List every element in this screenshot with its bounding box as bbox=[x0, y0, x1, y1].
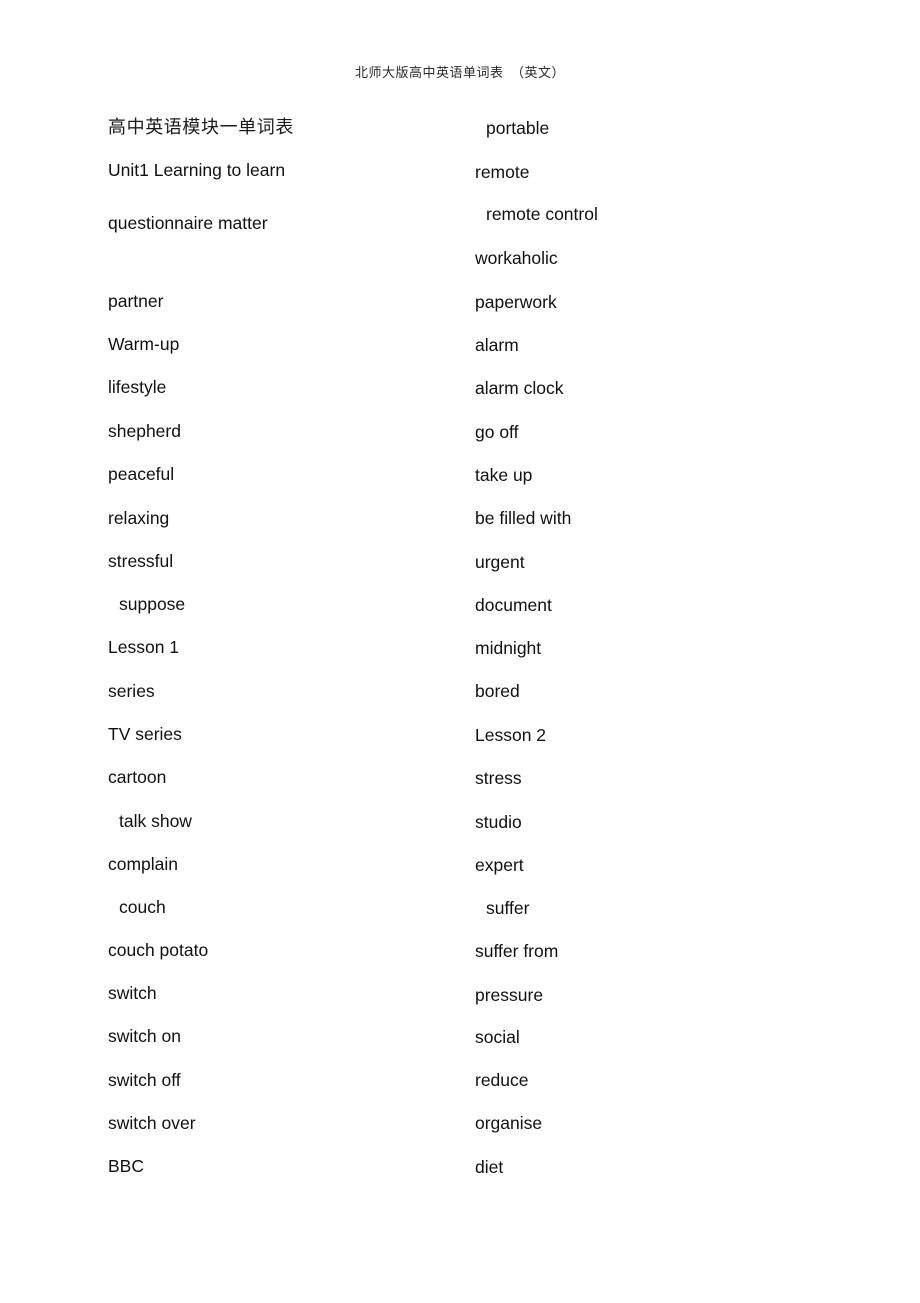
vocabulary-entry: suppose bbox=[119, 594, 186, 614]
vocabulary-entry: talk show bbox=[119, 811, 192, 831]
vocabulary-entry: remote bbox=[475, 162, 530, 182]
vocabulary-entry: shepherd bbox=[108, 421, 181, 441]
vocabulary-entry: bored bbox=[475, 681, 520, 701]
vocabulary-entry: urgent bbox=[475, 552, 525, 572]
vocabulary-entry: workaholic bbox=[475, 248, 558, 268]
vocabulary-entry: questionnaire matter bbox=[108, 213, 268, 233]
vocabulary-entry: complain bbox=[108, 854, 179, 874]
vocabulary-entry: relaxing bbox=[108, 508, 170, 528]
vocabulary-entry: switch over bbox=[108, 1113, 196, 1133]
vocabulary-entry: portable bbox=[486, 118, 550, 138]
vocabulary-entry: TV series bbox=[108, 724, 182, 744]
vocabulary-entry: alarm bbox=[475, 335, 519, 355]
vocabulary-entry: suffer from bbox=[475, 941, 559, 961]
document-page: 北师大版高中英语单词表 （英文） 高中英语模块一单词表 Unit1 Learnin… bbox=[0, 0, 920, 1303]
vocabulary-entry: suffer bbox=[486, 898, 530, 918]
vocabulary-entry: series bbox=[108, 681, 155, 701]
vocabulary-entry: cartoon bbox=[108, 767, 167, 787]
vocabulary-entry: remote control bbox=[486, 204, 598, 224]
vocabulary-entry: stress bbox=[475, 768, 522, 788]
vocabulary-entry: organise bbox=[475, 1113, 543, 1133]
word-list-body: 高中英语模块一单词表 Unit1 Learning to learn questio… bbox=[0, 0, 920, 1303]
vocabulary-entry: couch potato bbox=[108, 940, 209, 960]
vocabulary-entry: switch off bbox=[108, 1070, 181, 1090]
vocabulary-entry: paperwork bbox=[475, 292, 557, 312]
vocabulary-entry: stressful bbox=[108, 551, 174, 571]
vocabulary-entry: partner bbox=[108, 291, 164, 311]
vocabulary-entry: Lesson 2 bbox=[475, 725, 547, 745]
vocabulary-entry: peaceful bbox=[108, 464, 175, 484]
vocabulary-entry: social bbox=[475, 1027, 520, 1047]
vocabulary-entry: document bbox=[475, 595, 552, 615]
vocabulary-entry: couch bbox=[119, 897, 166, 917]
vocabulary-entry: BBC bbox=[108, 1156, 144, 1176]
vocabulary-entry: studio bbox=[475, 812, 522, 832]
vocabulary-entry: pressure bbox=[475, 985, 544, 1005]
vocabulary-entry: diet bbox=[475, 1157, 504, 1177]
section-title: 高中英语模块一单词表 bbox=[108, 117, 294, 137]
vocabulary-entry: switch bbox=[108, 983, 157, 1003]
vocabulary-entry: Warm-up bbox=[108, 334, 180, 354]
vocabulary-entry: midnight bbox=[475, 638, 542, 658]
vocabulary-entry: Unit1 Learning to learn bbox=[108, 160, 286, 180]
vocabulary-entry: be filled with bbox=[475, 508, 572, 528]
vocabulary-entry: expert bbox=[475, 855, 524, 875]
vocabulary-entry: Lesson 1 bbox=[108, 637, 180, 657]
vocabulary-entry: switch on bbox=[108, 1026, 181, 1046]
vocabulary-entry: lifestyle bbox=[108, 377, 167, 397]
vocabulary-entry: reduce bbox=[475, 1070, 529, 1090]
vocabulary-entry: go off bbox=[475, 422, 519, 442]
vocabulary-entry: take up bbox=[475, 465, 533, 485]
vocabulary-entry: alarm clock bbox=[475, 378, 564, 398]
